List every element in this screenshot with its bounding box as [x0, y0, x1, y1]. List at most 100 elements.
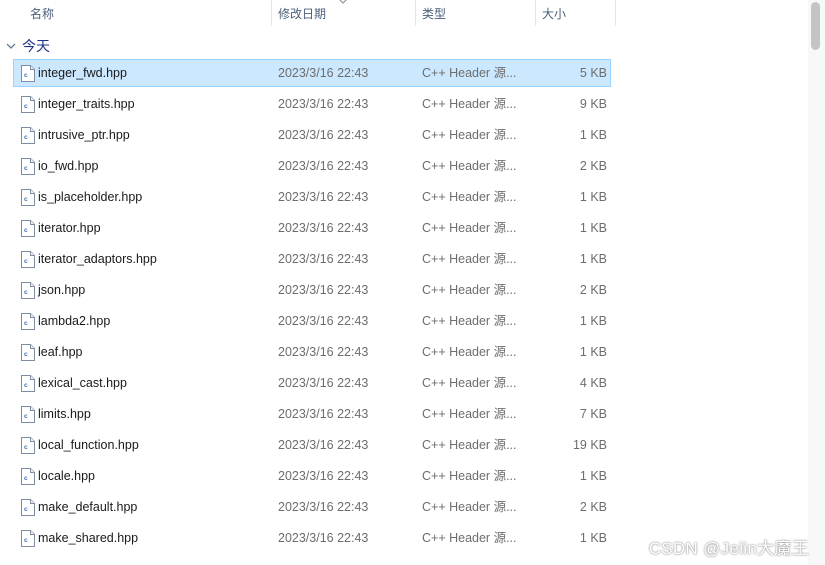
cpp-header-file-icon: c [21, 96, 35, 113]
cpp-header-file-icon: c [21, 220, 35, 237]
cpp-header-file-icon: c [21, 282, 35, 299]
file-name: lambda2.hpp [38, 314, 111, 328]
svg-text:c: c [24, 351, 28, 358]
file-size: 4 KB [579, 376, 607, 390]
file-size: 19 KB [572, 438, 607, 452]
svg-text:c: c [24, 506, 28, 513]
file-date: 2023/3/16 22:43 [278, 500, 369, 514]
column-header-size[interactable]: 大小 [542, 0, 566, 26]
file-type: C++ Header 源... [422, 469, 517, 483]
file-type: C++ Header 源... [422, 500, 517, 514]
column-header-type[interactable]: 类型 [422, 0, 446, 26]
svg-text:c: c [24, 196, 28, 203]
file-row[interactable]: c locale.hpp 2023/3/16 22:43 C++ Header 源..… [13, 462, 611, 490]
file-row[interactable]: c iterator_adaptors.hpp 2023/3/16 22:43 C++… [13, 245, 611, 273]
file-type: C++ Header 源... [422, 376, 517, 390]
column-divider[interactable] [615, 0, 616, 26]
scrollbar-thumb[interactable] [811, 2, 820, 50]
file-name: locale.hpp [38, 469, 95, 483]
file-size: 1 KB [579, 221, 607, 235]
file-name: limits.hpp [38, 407, 91, 421]
file-name: integer_fwd.hpp [38, 66, 127, 80]
file-name: make_shared.hpp [38, 531, 139, 545]
file-row[interactable]: c integer_traits.hpp 2023/3/16 22:43 C++ He… [13, 90, 611, 118]
group-header-today[interactable]: 今天 [4, 36, 50, 56]
file-size: 9 KB [579, 97, 607, 111]
vertical-scrollbar[interactable] [808, 0, 825, 565]
file-date: 2023/3/16 22:43 [278, 159, 369, 173]
file-row[interactable]: c lambda2.hpp 2023/3/16 22:43 C++ Header 源.… [13, 307, 611, 335]
file-date: 2023/3/16 22:43 [278, 221, 369, 235]
file-date: 2023/3/16 22:43 [278, 190, 369, 204]
svg-text:c: c [24, 258, 28, 265]
file-date: 2023/3/16 22:43 [278, 345, 369, 359]
file-size: 2 KB [579, 500, 607, 514]
column-header-name[interactable]: 名称 [30, 0, 54, 26]
file-type: C++ Header 源... [422, 252, 517, 266]
svg-text:c: c [24, 320, 28, 327]
file-name: local_function.hpp [38, 438, 139, 452]
file-name: iterator.hpp [38, 221, 101, 235]
file-row[interactable]: c lexical_cast.hpp 2023/3/16 22:43 C++ Head… [13, 369, 611, 397]
file-date: 2023/3/16 22:43 [278, 283, 369, 297]
file-row[interactable]: c make_default.hpp 2023/3/16 22:43 C++ Head… [13, 493, 611, 521]
svg-text:c: c [24, 165, 28, 172]
svg-text:c: c [24, 289, 28, 296]
file-row[interactable]: c make_shared.hpp 2023/3/16 22:43 C++ Heade… [13, 524, 611, 552]
svg-text:c: c [24, 382, 28, 389]
file-name: iterator_adaptors.hpp [38, 252, 157, 266]
file-row[interactable]: c io_fwd.hpp 2023/3/16 22:43 C++ Header 源..… [13, 152, 611, 180]
cpp-header-file-icon: c [21, 375, 35, 392]
file-type: C++ Header 源... [422, 438, 517, 452]
file-size: 1 KB [579, 190, 607, 204]
file-name: io_fwd.hpp [38, 159, 99, 173]
cpp-header-file-icon: c [21, 499, 35, 516]
file-type: C++ Header 源... [422, 283, 517, 297]
file-row[interactable]: c integer_fwd.hpp 2023/3/16 22:43 C++ Heade… [13, 59, 611, 87]
file-row[interactable]: c iterator.hpp 2023/3/16 22:43 C++ Header 源… [13, 214, 611, 242]
cpp-header-file-icon: c [21, 127, 35, 144]
svg-text:c: c [24, 72, 28, 79]
file-row[interactable]: c intrusive_ptr.hpp 2023/3/16 22:43 C++ Hea… [13, 121, 611, 149]
cpp-header-file-icon: c [21, 468, 35, 485]
file-name: json.hpp [38, 283, 86, 297]
file-name: intrusive_ptr.hpp [38, 128, 130, 142]
cpp-header-file-icon: c [21, 313, 35, 330]
cpp-header-file-icon: c [21, 65, 35, 82]
file-date: 2023/3/16 22:43 [278, 314, 369, 328]
file-date: 2023/3/16 22:43 [278, 97, 369, 111]
cpp-header-file-icon: c [21, 437, 35, 454]
file-type: C++ Header 源... [422, 407, 517, 421]
file-row[interactable]: c limits.hpp 2023/3/16 22:43 C++ Header 源..… [13, 400, 611, 428]
file-date: 2023/3/16 22:43 [278, 252, 369, 266]
column-divider[interactable] [271, 0, 272, 26]
cpp-header-file-icon: c [21, 406, 35, 423]
svg-text:c: c [24, 413, 28, 420]
file-row[interactable]: c leaf.hpp 2023/3/16 22:43 C++ Header 源... 1… [13, 338, 611, 366]
file-date: 2023/3/16 22:43 [278, 66, 369, 80]
file-size: 7 KB [579, 407, 607, 421]
file-size: 1 KB [579, 469, 607, 483]
file-name: lexical_cast.hpp [38, 376, 127, 390]
file-size: 2 KB [579, 283, 607, 297]
svg-text:c: c [24, 444, 28, 451]
cpp-header-file-icon: c [21, 530, 35, 547]
column-divider[interactable] [415, 0, 416, 26]
svg-text:c: c [24, 227, 28, 234]
file-row[interactable]: c is_placeholder.hpp 2023/3/16 22:43 C++ He… [13, 183, 611, 211]
column-header-date[interactable]: 修改日期 [278, 0, 326, 26]
file-date: 2023/3/16 22:43 [278, 376, 369, 390]
file-row[interactable]: c local_function.hpp 2023/3/16 22:43 C++ He… [13, 431, 611, 459]
file-type: C++ Header 源... [422, 159, 517, 173]
chevron-down-icon [6, 43, 16, 49]
column-divider[interactable] [535, 0, 536, 26]
file-type: C++ Header 源... [422, 66, 517, 80]
chevron-down-icon [339, 0, 347, 4]
svg-text:c: c [24, 103, 28, 110]
file-size: 1 KB [579, 314, 607, 328]
watermark: CSDN @Jelin大魔王 [648, 539, 809, 558]
file-name: integer_traits.hpp [38, 97, 135, 111]
column-header-bar: 名称 修改日期 类型 大小 [0, 0, 808, 26]
file-row[interactable]: c json.hpp 2023/3/16 22:43 C++ Header 源... 2… [13, 276, 611, 304]
file-name: is_placeholder.hpp [38, 190, 143, 204]
